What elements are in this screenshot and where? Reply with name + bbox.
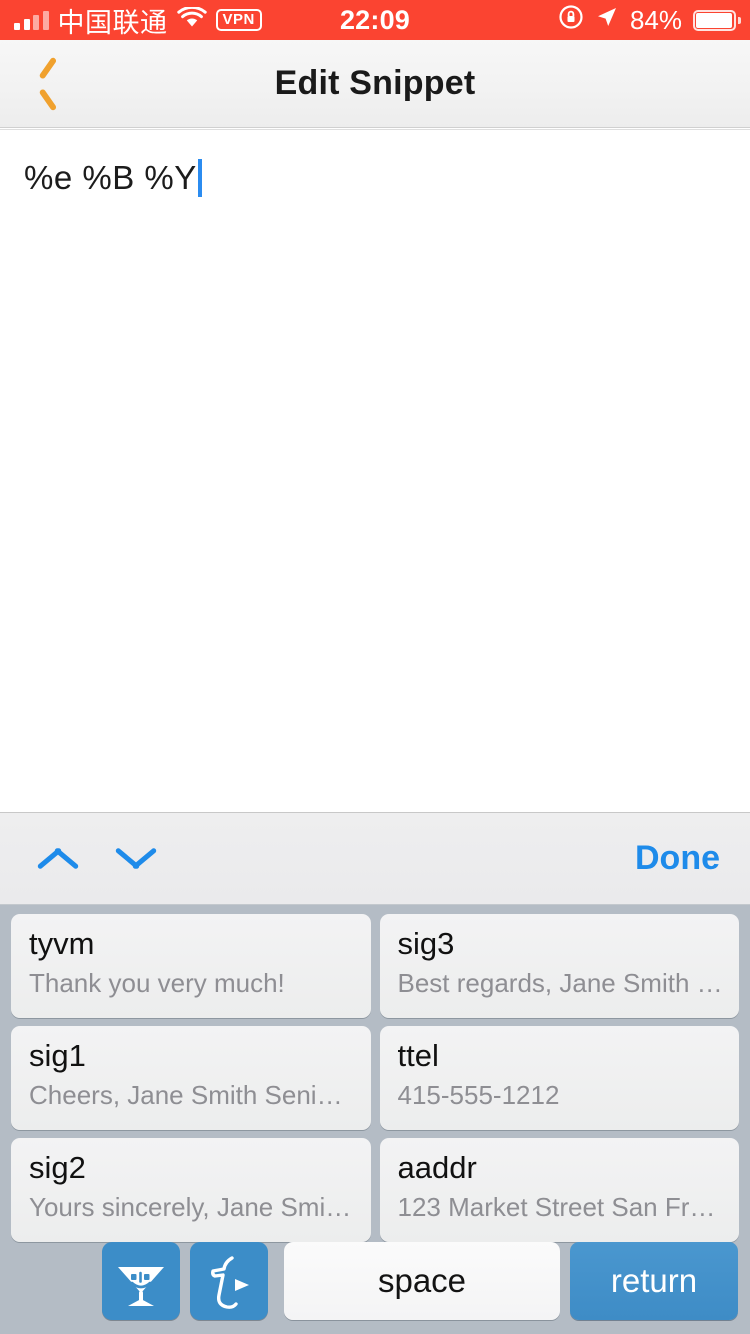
- text-caret: [197, 158, 202, 197]
- snippet-card[interactable]: sig1 Cheers, Jane Smith Senior V...: [11, 1026, 371, 1130]
- snippet-abbreviation: tyvm: [29, 926, 95, 961]
- location-arrow-icon: [595, 5, 619, 36]
- status-bar: 中国联通 VPN 22:09 84%: [0, 0, 750, 40]
- keyboard-accessory-toolbar: Done: [0, 813, 750, 905]
- snippet-content-preview: 415-555-1212: [397, 1079, 560, 1110]
- snippet-abbreviation: aaddr: [397, 1150, 477, 1185]
- chevron-down-icon[interactable]: [114, 846, 158, 872]
- snippet-content-preview: Best regards, Jane Smith Se...: [397, 967, 724, 998]
- app-screen: 中国联通 VPN 22:09 84% Edit Snippet %e %B %Y…: [0, 0, 750, 1334]
- rotation-lock-icon: [558, 4, 584, 37]
- battery-percent-label: 84%: [629, 4, 682, 35]
- field-navigation-group: [0, 846, 158, 872]
- snippet-card[interactable]: sig3 Best regards, Jane Smith Se...: [379, 914, 739, 1018]
- status-bar-right: 84%: [558, 4, 750, 37]
- snippet-abbreviation: sig2: [29, 1150, 86, 1185]
- keyboard-bottom-row: space return: [0, 1239, 750, 1334]
- space-key[interactable]: space: [284, 1241, 560, 1320]
- snippet-content-preview: Yours sincerely, Jane Smith...: [29, 1191, 355, 1222]
- back-button[interactable]: [16, 40, 80, 127]
- textexpander-glass-face-icon[interactable]: [102, 1241, 180, 1320]
- done-button[interactable]: Done: [635, 839, 750, 878]
- chevron-up-icon[interactable]: [36, 846, 80, 872]
- snippet-content-preview: 123 Market Street San Franci...: [397, 1191, 724, 1222]
- page-title: Edit Snippet: [274, 64, 476, 102]
- return-key[interactable]: return: [570, 1241, 738, 1320]
- snippet-content-value: %e %B %Y: [24, 159, 197, 196]
- snippet-card[interactable]: tyvm Thank you very much!: [11, 914, 371, 1018]
- battery-icon: [693, 9, 741, 31]
- t-arrow-icon[interactable]: [190, 1241, 268, 1320]
- snippet-card[interactable]: ttel 415-555-1212: [379, 1026, 739, 1130]
- snippet-content-preview: Thank you very much!: [29, 967, 285, 998]
- snippet-card[interactable]: sig2 Yours sincerely, Jane Smith...: [11, 1138, 371, 1242]
- snippet-card[interactable]: aaddr 123 Market Street San Franci...: [379, 1138, 739, 1242]
- snippet-abbreviation: ttel: [397, 1038, 439, 1073]
- editor-text-line: %e %B %Y: [24, 158, 726, 198]
- snippet-content-preview: Cheers, Jane Smith Senior V...: [29, 1079, 355, 1110]
- navigation-bar: Edit Snippet: [0, 40, 750, 128]
- snippet-abbreviation: sig3: [397, 926, 455, 961]
- snippet-keyboard: tyvm Thank you very much! sig3 Best rega…: [0, 905, 750, 1334]
- snippet-content-editor[interactable]: %e %B %Y: [0, 129, 750, 813]
- snippet-grid: tyvm Thank you very much! sig3 Best rega…: [0, 905, 750, 1242]
- snippet-abbreviation: sig1: [29, 1038, 86, 1073]
- chevron-left-icon: [37, 64, 59, 104]
